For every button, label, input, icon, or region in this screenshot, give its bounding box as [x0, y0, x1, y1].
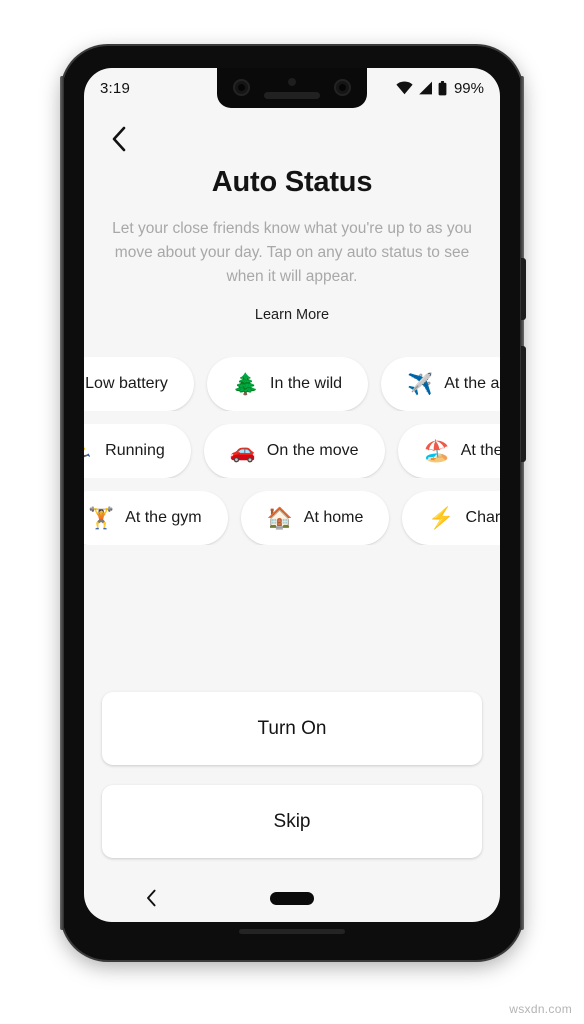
display-notch: [217, 68, 367, 108]
status-icons: 99%: [396, 80, 484, 97]
skip-button[interactable]: Skip: [102, 785, 482, 858]
lightning-bolt-emoji: ⚡: [428, 506, 455, 530]
action-button-area: Turn On Skip: [84, 692, 500, 858]
weightlifter-emoji: 🏋️: [88, 506, 115, 530]
auto-status-chip-area: 🔋Low battery 🌲 In the wild ✈️ At the airport…: [84, 357, 500, 545]
beach-emoji: 🏖️: [423, 439, 450, 463]
status-chip[interactable]: 🏃 Running: [84, 424, 191, 478]
car-emoji: 🚗: [229, 439, 256, 463]
nav-back-button[interactable]: [146, 889, 157, 907]
status-chip[interactable]: 🏋️ At the gym: [84, 491, 228, 545]
front-camera-left-icon: [233, 79, 250, 96]
chip-row-0[interactable]: 🔋Low battery 🌲 In the wild ✈️ At the airport: [84, 357, 500, 411]
system-nav-bar: [84, 874, 500, 922]
status-chip-label: At the gym: [125, 509, 202, 526]
screen-content: Auto Status Let your close friends know …: [84, 108, 500, 922]
back-row: [84, 108, 500, 160]
status-chip-label: At the airport: [444, 375, 500, 392]
volume-button[interactable]: [521, 346, 526, 462]
status-chip[interactable]: 🚗 On the move: [203, 424, 385, 478]
page-description: Let your close friends know what you're …: [112, 220, 472, 285]
running-emoji: 🏃: [84, 441, 94, 462]
airplane-emoji: ✈️: [407, 372, 434, 396]
chevron-left-icon: [112, 126, 126, 152]
status-chip-label: At home: [303, 509, 364, 526]
battery-icon: [438, 80, 447, 95]
status-chip[interactable]: 🔋Low battery: [84, 357, 194, 411]
status-chip[interactable]: 🏖️ At the beach: [397, 424, 500, 478]
bottom-speaker-grille: [239, 929, 345, 934]
chevron-left-icon: [147, 889, 156, 907]
power-button[interactable]: [521, 258, 526, 320]
house-emoji: 🏠: [266, 506, 293, 530]
watermark: wsxdn.com: [509, 1002, 572, 1016]
chip-row-1[interactable]: 🏃 Running 🚗 On the move 🏖️ At the beach: [84, 424, 500, 478]
battery-percent-label: 99%: [453, 79, 484, 97]
evergreen-tree-emoji: 🌲: [232, 372, 260, 396]
frame-rail-right: [520, 76, 524, 930]
status-chip-label: Charging: [465, 509, 500, 526]
learn-more-link[interactable]: Learn More: [84, 307, 500, 323]
status-chip-label: Low battery: [85, 375, 168, 392]
home-pill-indicator[interactable]: [270, 891, 314, 905]
status-time: 3:19: [100, 79, 130, 97]
earpiece-speaker-icon: [264, 92, 320, 99]
status-chip[interactable]: ✈️ At the airport: [381, 357, 500, 411]
proximity-sensor-icon: [288, 78, 296, 86]
turn-on-button[interactable]: Turn On: [102, 692, 482, 765]
frame-rail-left: [60, 76, 64, 930]
status-chip[interactable]: 🏠 At home: [240, 491, 390, 545]
phone-frame: 3:19 99% Auto Status Let your close frie…: [60, 46, 526, 960]
chip-row-2[interactable]: 🏋️ At the gym 🏠 At home ⚡ Charging: [84, 491, 500, 545]
cellular-signal-icon: [419, 81, 432, 95]
status-chip-label: At the beach: [460, 442, 500, 459]
front-camera-right-icon: [334, 79, 351, 96]
phone-screen: 3:19 99% Auto Status Let your close frie…: [84, 68, 500, 922]
back-button[interactable]: [102, 122, 136, 156]
wifi-icon: [396, 81, 413, 95]
status-chip[interactable]: 🌲 In the wild: [206, 357, 369, 411]
status-chip-label: On the move: [266, 442, 359, 459]
status-chip[interactable]: ⚡ Charging: [402, 491, 500, 545]
page-title: Auto Status: [211, 166, 373, 198]
status-chip-label: Running: [105, 442, 165, 459]
status-chip-label: In the wild: [270, 375, 343, 392]
